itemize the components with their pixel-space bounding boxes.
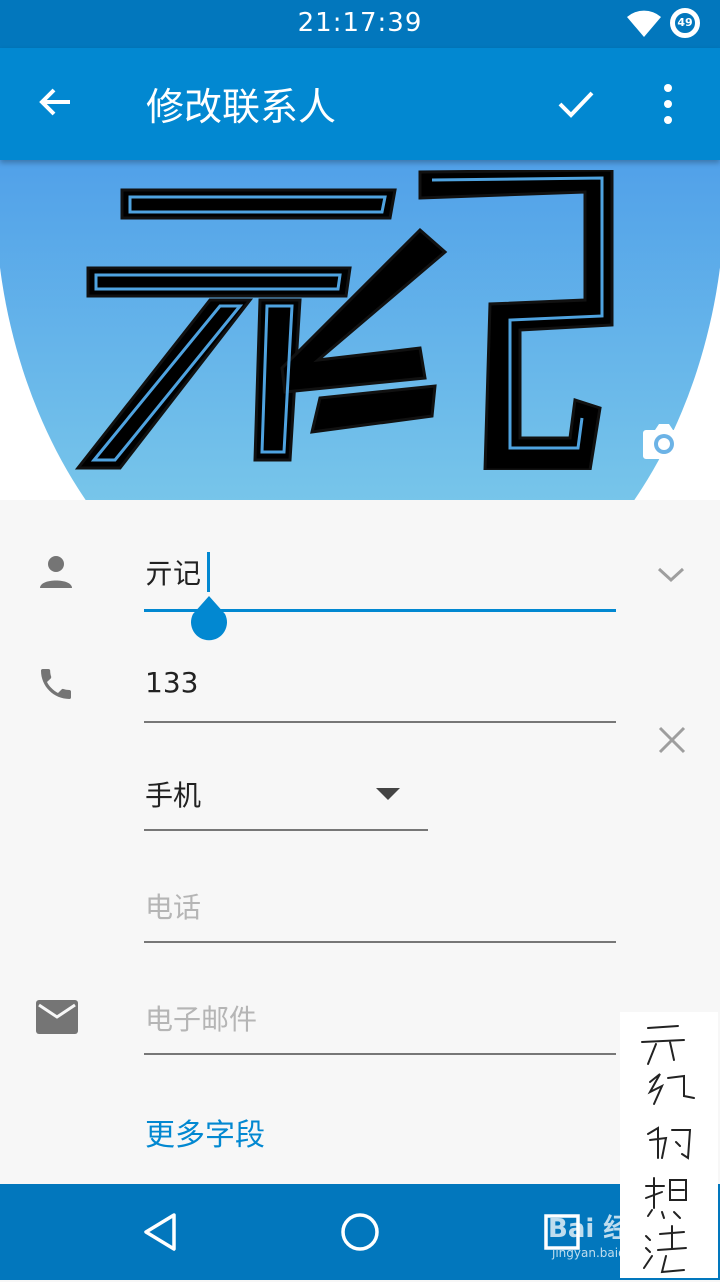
text-cursor [207,552,210,592]
phone-type-underline [144,829,428,831]
email-input[interactable]: 电子邮件 [145,998,257,1038]
person-icon [40,556,72,588]
nav-back-icon[interactable] [142,1212,178,1252]
phone-type-select[interactable]: 手机 [145,774,201,814]
expand-icon[interactable] [656,566,686,584]
status-bar: 21:17:39 49 [0,0,720,48]
email-icon [36,1000,78,1034]
back-arrow-icon[interactable] [36,82,76,122]
photo-logo [74,170,614,470]
contact-photo[interactable] [0,160,720,500]
email-underline [144,1053,616,1055]
page-title: 修改联系人 [146,85,337,129]
battery-level: 49 [673,11,697,35]
more-vert-icon[interactable] [650,80,686,128]
battery-icon: 49 [670,8,700,38]
phone-icon [41,669,71,699]
dropdown-icon[interactable] [376,788,400,802]
check-icon[interactable] [556,84,596,124]
edit-form [0,500,720,1184]
status-time: 21:17:39 [297,8,423,38]
wifi-icon [627,10,661,37]
more-fields-button[interactable]: 更多字段 [145,1110,265,1154]
handwriting-watermark [620,1012,718,1278]
nav-home-icon[interactable] [340,1212,380,1252]
app-bar: 修改联系人 [0,48,720,160]
close-icon[interactable] [658,726,686,754]
phone-input-2[interactable]: 电话 [145,886,201,926]
phone-2-underline [144,941,616,943]
camera-icon[interactable] [642,422,686,460]
name-input[interactable]: 亓记 [145,552,201,592]
handwriting-image [641,1025,695,1274]
phone-input[interactable]: 133 [145,666,198,699]
text-selection-handle[interactable] [189,596,229,642]
phone-underline [144,721,616,723]
